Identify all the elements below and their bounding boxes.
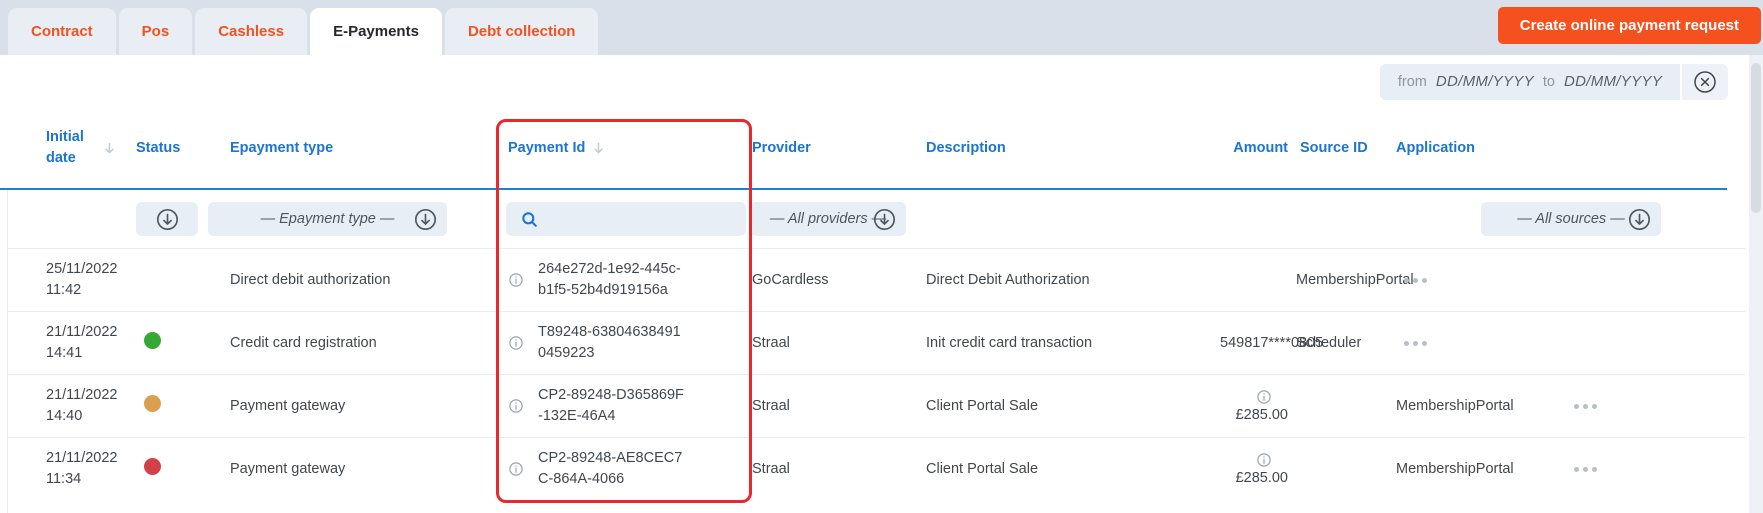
- info-icon[interactable]: [1256, 389, 1272, 405]
- sources-filter-placeholder: — All sources —: [1517, 211, 1625, 227]
- epayment-type-cell: Payment gateway: [230, 398, 346, 414]
- date-to-label: to: [1542, 73, 1555, 90]
- column-header-provider: Provider: [752, 140, 811, 156]
- panel-left-border: [7, 190, 8, 513]
- sort-arrow-icon[interactable]: [591, 141, 606, 156]
- column-header-source-id: Source ID: [1300, 140, 1368, 156]
- description-cell: Client Portal Sale: [926, 398, 1039, 414]
- initial-date-header-label: Initial date: [46, 129, 84, 166]
- payment-id-cell: 264e272d-1e92-445c-b1f5-52b4d919156a: [486, 259, 746, 301]
- description-cell: Client Portal Sale: [926, 461, 1039, 477]
- scrollbar-thumb[interactable]: [1751, 63, 1761, 213]
- column-header-initial-date[interactable]: Initial date: [46, 127, 136, 169]
- provider-cell: Straal: [752, 461, 790, 477]
- initial-date-cell: 25/11/2022 11:42: [46, 261, 118, 298]
- epayment-filter-placeholder: — Epayment type —: [260, 211, 395, 227]
- table-row: 21/11/2022 14:41 Credit card registration…: [8, 311, 1745, 374]
- provider-cell: GoCardless: [752, 272, 829, 288]
- tab-e-payments[interactable]: E-Payments: [310, 8, 442, 55]
- date-to-input[interactable]: DD/MM/YYYY: [1564, 73, 1662, 90]
- providers-filter-dropdown[interactable]: — All providers —: [750, 202, 906, 236]
- table-row: 25/11/2022 11:42 Direct debit authorizati…: [8, 248, 1745, 311]
- date-range-filter[interactable]: from DD/MM/YYYY to DD/MM/YYYY: [1379, 63, 1680, 100]
- circled-x-icon: [1692, 69, 1718, 95]
- create-online-payment-request-button[interactable]: Create online payment request: [1497, 7, 1761, 44]
- chevron-down-circle-icon: [872, 207, 897, 232]
- info-icon[interactable]: [1256, 452, 1272, 468]
- epayment-type-cell: Payment gateway: [230, 461, 346, 477]
- date-from-input[interactable]: DD/MM/YYYY: [1436, 73, 1534, 90]
- info-icon[interactable]: [508, 461, 524, 477]
- initial-date-cell: 21/11/2022 14:41: [46, 324, 118, 361]
- payment-id-cell: T89248-63804638491 0459223: [486, 322, 746, 364]
- column-header-payment-id[interactable]: Payment Id: [486, 140, 746, 156]
- column-header-epayment-type: Epayment type: [230, 140, 334, 156]
- amount-cell: £285.00: [1216, 389, 1296, 423]
- clear-date-filter-button[interactable]: [1682, 63, 1728, 100]
- application-cell: MembershipPortal: [1396, 461, 1514, 477]
- payment-id-header-label: Payment Id: [508, 140, 586, 156]
- filter-toolbar: from DD/MM/YYYY to DD/MM/YYYY: [0, 55, 1763, 108]
- payment-id-search-input[interactable]: [506, 202, 746, 236]
- initial-date-cell: 21/11/2022 11:34: [46, 450, 118, 487]
- row-actions-button[interactable]: [1566, 466, 1626, 472]
- description-cell: Init credit card transaction: [926, 335, 1093, 351]
- column-header-status: Status: [136, 140, 181, 156]
- table-filter-row: — Epayment type — — All providers — — Al…: [0, 190, 1763, 248]
- application-cell: MembershipPortal: [1396, 398, 1514, 414]
- chevron-down-circle-icon: [155, 207, 180, 232]
- status-dot: [144, 458, 161, 475]
- status-dot: [144, 395, 161, 412]
- application-cell: MembershipPortal: [1296, 272, 1414, 288]
- source-id-cell: 549817****0805: [1220, 335, 1324, 351]
- sort-arrow-icon[interactable]: [102, 141, 117, 156]
- row-actions-button[interactable]: [1396, 277, 1566, 283]
- tab-cashless[interactable]: Cashless: [195, 8, 308, 55]
- tab-contract[interactable]: Contract: [8, 8, 116, 55]
- provider-cell: Straal: [752, 398, 790, 414]
- provider-cell: Straal: [752, 335, 790, 351]
- chevron-down-circle-icon: [1627, 207, 1652, 232]
- application-cell: Scheduler: [1296, 335, 1362, 351]
- table-row: 21/11/2022 11:34 Payment gateway CP2-8924…: [8, 437, 1745, 500]
- date-from-label: from: [1397, 73, 1427, 90]
- column-header-amount: Amount: [1233, 140, 1288, 156]
- vertical-scrollbar[interactable]: [1749, 55, 1763, 513]
- row-actions-button[interactable]: [1396, 340, 1566, 346]
- payment-id-cell: CP2-89248-D365869F -132E-46A4: [486, 385, 746, 427]
- epayment-type-filter-dropdown[interactable]: — Epayment type —: [208, 202, 447, 236]
- initial-date-cell: 21/11/2022 14:40: [46, 387, 118, 424]
- tab-bar: Contract Pos Cashless E-Payments Debt co…: [0, 0, 1763, 55]
- info-icon[interactable]: [508, 272, 524, 288]
- chevron-down-circle-icon: [413, 207, 438, 232]
- amount-cell: £285.00: [1216, 452, 1296, 486]
- description-cell: Direct Debit Authorization: [926, 272, 1090, 288]
- column-header-description: Description: [926, 140, 1006, 156]
- epayment-type-cell: Credit card registration: [230, 335, 377, 351]
- tab-pos[interactable]: Pos: [118, 8, 193, 55]
- table-header-row: Initial date Status Epayment type Paymen…: [0, 108, 1727, 190]
- e-payments-panel: from DD/MM/YYYY to DD/MM/YYYY Initial da…: [0, 55, 1763, 513]
- epayment-type-cell: Direct debit authorization: [230, 272, 391, 288]
- payment-id-cell: CP2-89248-AE8CEC7 C-864A-4066: [486, 448, 746, 490]
- tab-debt-collection[interactable]: Debt collection: [444, 8, 599, 55]
- providers-filter-placeholder: — All providers —: [769, 211, 887, 227]
- table-row: 21/11/2022 14:40 Payment gateway CP2-8924…: [8, 374, 1745, 437]
- search-icon: [520, 210, 539, 229]
- info-icon[interactable]: [508, 335, 524, 351]
- status-filter-dropdown[interactable]: [136, 202, 198, 236]
- info-icon[interactable]: [508, 398, 524, 414]
- sources-filter-dropdown[interactable]: — All sources —: [1481, 202, 1661, 236]
- status-dot: [144, 332, 161, 349]
- row-actions-button[interactable]: [1566, 403, 1626, 409]
- column-header-application: Application: [1396, 140, 1475, 156]
